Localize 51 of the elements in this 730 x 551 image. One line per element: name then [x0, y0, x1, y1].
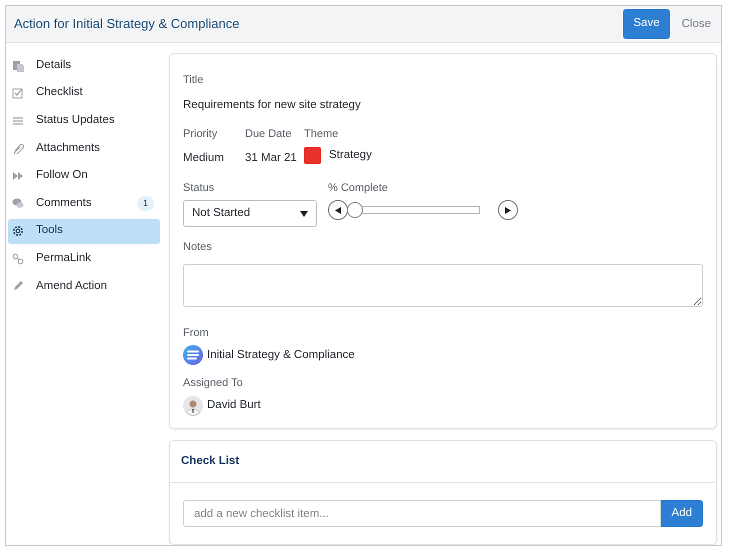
link-icon [12, 252, 24, 265]
field-label: Priority [183, 126, 218, 142]
sidebar-item[interactable]: Tools [8, 218, 160, 244]
sidebar-item[interactable]: Amend Action [8, 274, 160, 299]
priority-text: Medium [183, 151, 225, 166]
fast-forward-icon [12, 170, 24, 182]
list-logo-icon [183, 345, 203, 366]
status-dropdown[interactable]: Not Started [183, 200, 317, 227]
sidebar-item[interactable]: Comments 1 [8, 190, 160, 216]
sidebar-item[interactable]: Checklist [8, 80, 160, 106]
notes-field[interactable] [183, 264, 703, 306]
theme-color-swatch [304, 147, 321, 164]
avatar-icon [183, 396, 203, 416]
checklist-input[interactable]: add a new checklist item... [183, 500, 661, 527]
window-title: Action for Initial Strategy & Compliance [14, 15, 240, 34]
field-label: Status [183, 180, 216, 196]
sidebar-item[interactable]: PermaLink [8, 246, 160, 272]
checkbox-icon [12, 87, 24, 100]
close-button[interactable]: Close [680, 9, 713, 39]
assignee-text: David Burt [207, 398, 261, 414]
speech-bubbles-icon [12, 197, 24, 210]
due-date-text: 31 Mar 21 [245, 151, 298, 166]
decrease-button[interactable] [328, 200, 348, 220]
left-triangle-icon [335, 206, 341, 214]
sidebar-item[interactable]: Attachments [8, 136, 160, 161]
save-button[interactable]: Save [623, 9, 670, 39]
increase-button[interactable] [498, 200, 518, 220]
slider-thumb[interactable] [347, 202, 363, 218]
pencil-icon [12, 280, 24, 292]
settings-icon [12, 225, 24, 238]
field-label: Assigned To [183, 376, 244, 392]
right-triangle-icon [505, 206, 511, 214]
field-label: % Complete [328, 180, 389, 196]
field-label: From [183, 326, 210, 341]
list-icon [12, 114, 24, 127]
field-label: Due Date [245, 126, 292, 142]
field-label: Notes [183, 240, 213, 255]
sidebar-item[interactable]: Status Updates [8, 108, 160, 134]
card-title: Check List [170, 440, 716, 483]
from-text: Initial Strategy & Compliance [207, 348, 355, 363]
count-badge: 1 [136, 196, 154, 212]
field-label: Title [183, 73, 204, 88]
sidebar-item[interactable]: Details [8, 53, 160, 78]
field-label: Theme [304, 126, 340, 142]
theme-text: Strategy [329, 148, 372, 164]
title-text: Requirements for new site strategy [183, 98, 362, 112]
paperclip-icon [12, 142, 24, 154]
sidebar-item[interactable]: Follow On [8, 163, 160, 188]
pages-icon [12, 60, 24, 72]
add-button[interactable]: Add [660, 500, 703, 527]
caret-icon [300, 210, 308, 216]
